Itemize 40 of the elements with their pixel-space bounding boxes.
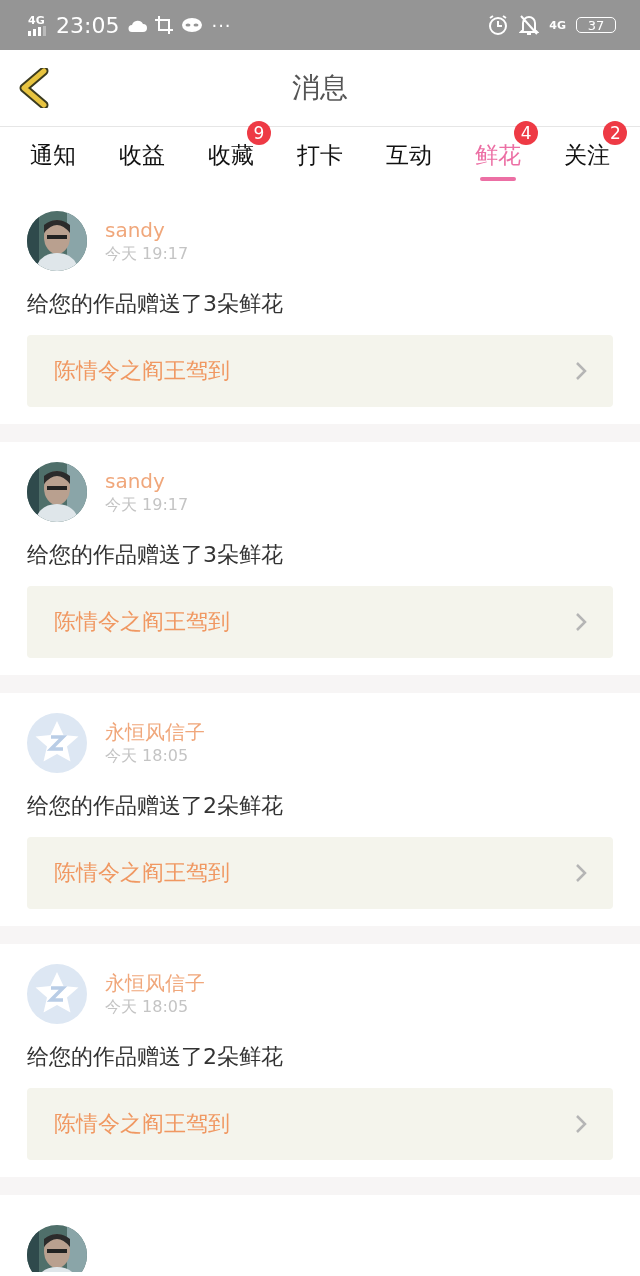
chevron-right-icon: [575, 612, 587, 632]
message-time: 今天 19:17: [105, 494, 189, 516]
page-title: 消息: [292, 70, 348, 106]
default-avatar-icon: [27, 713, 87, 773]
user-name[interactable]: 永恒风信子: [105, 719, 205, 745]
work-link[interactable]: 陈情令之阎王驾到: [27, 1088, 613, 1160]
count-badge: 9: [246, 121, 271, 145]
message-text: 给您的作品赠送了3朵鲜花: [27, 541, 284, 569]
bell-off-icon: [519, 14, 540, 36]
battery-level: 37: [576, 17, 616, 33]
message-time: 今天 18:05: [105, 996, 190, 1018]
network-label: 4G: [28, 14, 45, 26]
chevron-right-icon: [575, 863, 587, 883]
clock-time: 23:05: [56, 12, 120, 38]
user-name[interactable]: sandy: [105, 468, 189, 494]
work-link[interactable]: 陈情令之阎王驾到: [27, 837, 613, 909]
count-badge: 2: [603, 121, 628, 145]
face-icon: [181, 17, 204, 33]
message-time: 今天 18:05: [105, 745, 190, 767]
work-link[interactable]: 陈情令之阎王驾到: [27, 335, 613, 407]
chevron-right-icon: [575, 1114, 587, 1134]
crop-icon: [155, 16, 174, 34]
message-time: 今天 19:17: [105, 243, 189, 265]
message-text: 给您的作品赠送了2朵鲜花: [27, 1043, 284, 1071]
count-badge: 4: [514, 121, 539, 145]
work-link[interactable]: 陈情令之阎王驾到: [27, 586, 613, 658]
user-name[interactable]: 永恒风信子: [105, 970, 205, 996]
chevron-right-icon: [575, 361, 587, 381]
more-notifications: ···: [211, 14, 232, 36]
tab[interactable]: 通知: [29, 140, 76, 183]
tab[interactable]: 收益: [118, 140, 165, 183]
default-avatar-icon: [27, 964, 87, 1024]
alarm-icon: [487, 14, 510, 36]
user-name[interactable]: sandy: [105, 217, 189, 243]
message-text: 给您的作品赠送了2朵鲜花: [27, 792, 284, 820]
message-text: 给您的作品赠送了3朵鲜花: [27, 290, 284, 318]
network-label: 4G: [549, 19, 566, 31]
signal-icon: [28, 25, 48, 36]
tab[interactable]: 打卡: [297, 140, 343, 183]
tab[interactable]: 互动: [386, 140, 433, 183]
